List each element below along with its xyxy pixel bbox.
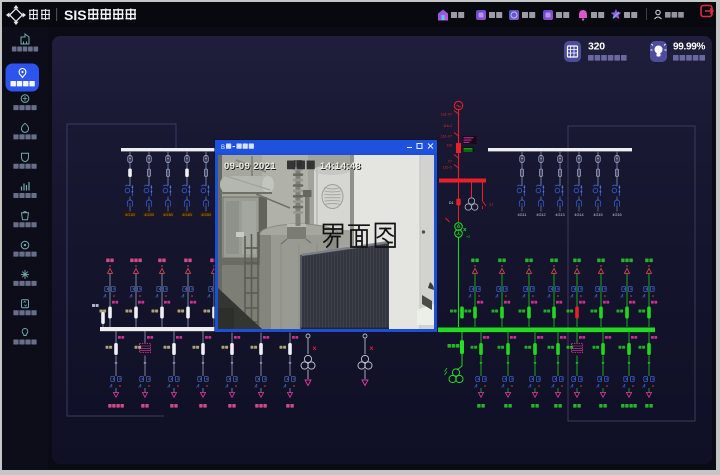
- svg-text:116-2: 116-2: [443, 124, 452, 128]
- svg-text:X7: X7: [448, 160, 452, 164]
- svg-text:320: 320: [588, 41, 605, 53]
- svg-text:4G1B: 4G1B: [125, 213, 135, 217]
- svg-text:116-X7: 116-X7: [441, 135, 452, 139]
- svg-text:D1: D1: [449, 201, 454, 205]
- svg-text:116-X: 116-X: [443, 166, 453, 170]
- svg-text:4G2B: 4G2B: [144, 213, 154, 217]
- svg-text:116: 116: [446, 144, 452, 148]
- svg-text:X7: X7: [489, 203, 493, 207]
- svg-text:+2: +2: [466, 235, 470, 239]
- svg-text:4G16: 4G16: [612, 213, 621, 217]
- svg-text:4G4B: 4G4B: [182, 213, 192, 217]
- svg-text:116-X7: 116-X7: [441, 113, 452, 117]
- svg-text:4G3B: 4G3B: [163, 213, 173, 217]
- svg-text:4G5B: 4G5B: [201, 213, 211, 217]
- svg-text:4G15: 4G15: [593, 213, 602, 217]
- svg-text:4G13: 4G13: [555, 213, 564, 217]
- svg-text:B: B: [221, 145, 225, 151]
- svg-text:14:14:48: 14:14:48: [320, 161, 361, 172]
- svg-text:SIS: SIS: [64, 7, 87, 23]
- svg-text:99.99%: 99.99%: [673, 42, 706, 53]
- svg-text:4G14: 4G14: [574, 213, 583, 217]
- svg-text:4G12: 4G12: [536, 213, 545, 217]
- svg-text:09-09 2021: 09-09 2021: [224, 161, 276, 172]
- svg-text:4G11: 4G11: [517, 213, 526, 217]
